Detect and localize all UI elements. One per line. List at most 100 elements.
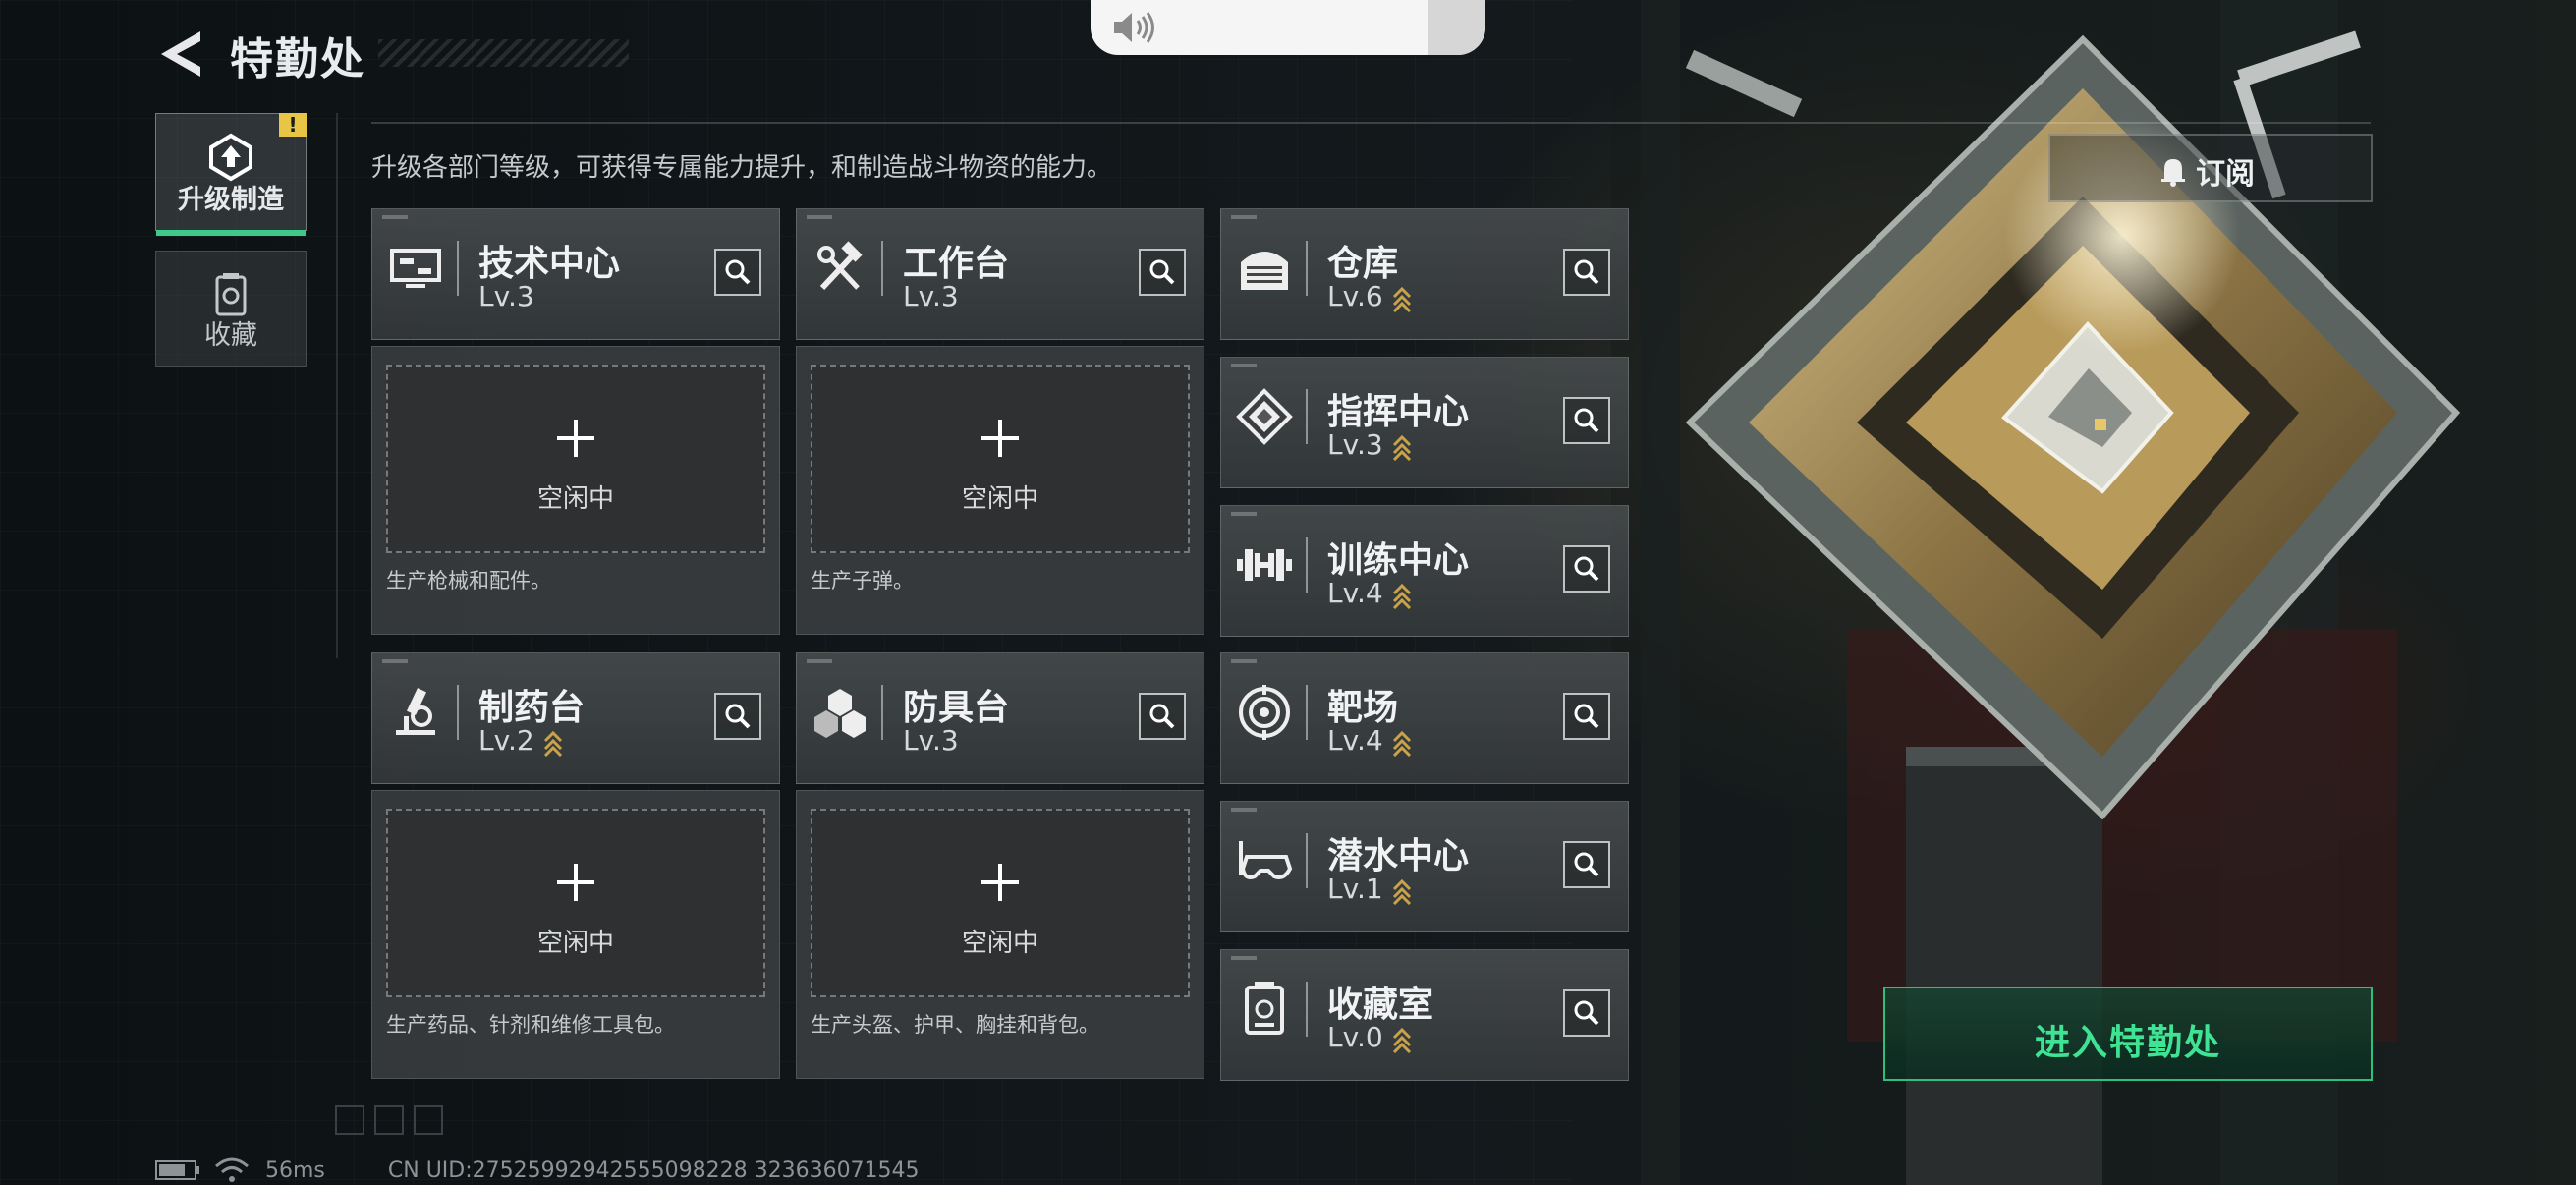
magnifier-icon bbox=[1574, 852, 1599, 877]
collection-icon bbox=[1245, 982, 1284, 1035]
enter-special-ops-button[interactable]: 进入特勤处 bbox=[1883, 987, 2373, 1081]
chip-icon bbox=[1236, 388, 1293, 445]
card-level: Lv.2 bbox=[478, 724, 564, 757]
page-subtitle: 升级各部门等级，可获得专属能力提升，和制造战斗物资的能力。 bbox=[371, 153, 1113, 183]
card-level: Lv.3 bbox=[1327, 428, 1413, 461]
card-command-center[interactable]: 指挥中心 Lv.3 bbox=[1220, 357, 1629, 488]
card-tag bbox=[1231, 956, 1257, 960]
card-tag bbox=[1231, 512, 1257, 516]
user-uid: CN UID:27525992942555098228 323636071545 bbox=[387, 1157, 920, 1183]
card-level: Lv.3 bbox=[903, 724, 959, 757]
card-armor-bench[interactable]: 防具台 Lv.3 bbox=[796, 652, 1204, 784]
card-tech-center[interactable]: 技术中心 Lv.3 bbox=[371, 208, 780, 340]
title-decoration bbox=[378, 39, 629, 67]
upgrade-chevron-icon bbox=[1392, 434, 1411, 461]
card-tag bbox=[1231, 364, 1257, 367]
production-slot[interactable]: 空闲中 bbox=[811, 365, 1190, 553]
card-name: 制药台 bbox=[478, 688, 586, 728]
production-slot[interactable]: 空闲中 bbox=[811, 809, 1190, 997]
card-name: 防具台 bbox=[903, 688, 1010, 728]
card-training-center[interactable]: 训练中心 Lv.4 bbox=[1220, 505, 1629, 637]
magnifier-icon bbox=[1574, 408, 1599, 433]
page-title: 特勤处 bbox=[230, 34, 365, 85]
volume-indicator[interactable] bbox=[1091, 0, 1485, 55]
card-name: 仓库 bbox=[1327, 244, 1399, 284]
level-text: Lv.0 bbox=[1327, 1021, 1383, 1053]
card-collection-room[interactable]: 收藏室 Lv.0 bbox=[1220, 949, 1629, 1081]
header-divider bbox=[371, 122, 2371, 124]
level-text: Lv.3 bbox=[1327, 428, 1383, 461]
card-workbench[interactable]: 工作台 Lv.3 bbox=[796, 208, 1204, 340]
card-tag bbox=[807, 659, 832, 663]
card-level: Lv.3 bbox=[478, 280, 534, 312]
warehouse-icon bbox=[1241, 252, 1288, 290]
search-button[interactable] bbox=[1139, 693, 1186, 740]
card-name: 训练中心 bbox=[1327, 540, 1470, 581]
production-description: 生产头盔、护甲、胸挂和背包。 bbox=[811, 1013, 1099, 1037]
search-button[interactable] bbox=[1563, 841, 1610, 888]
tab-collection[interactable]: 收藏 bbox=[155, 251, 307, 367]
subscribe-button[interactable]: 订阅 bbox=[2048, 134, 2373, 202]
card-separator bbox=[1306, 241, 1308, 296]
subscribe-label: 订阅 bbox=[2196, 157, 2255, 192]
tech-monitor-icon bbox=[390, 249, 441, 288]
dumbbell-icon bbox=[1237, 549, 1292, 581]
level-text: Lv.6 bbox=[1327, 280, 1383, 312]
tab-upgrade-production[interactable]: 升级制造 ! bbox=[155, 113, 307, 236]
card-separator bbox=[881, 241, 883, 296]
search-button[interactable] bbox=[1563, 989, 1610, 1037]
card-name: 工作台 bbox=[903, 244, 1010, 284]
card-level: Lv.1 bbox=[1327, 873, 1413, 905]
search-button[interactable] bbox=[714, 249, 761, 296]
card-separator bbox=[1306, 982, 1308, 1037]
plus-icon bbox=[557, 864, 594, 901]
card-pharmacy[interactable]: 制药台 Lv.2 bbox=[371, 652, 780, 784]
card-name: 靶场 bbox=[1327, 688, 1399, 728]
magnifier-icon bbox=[1574, 556, 1599, 582]
back-arrow-icon[interactable] bbox=[157, 28, 206, 81]
card-diving-center[interactable]: 潜水中心 Lv.1 bbox=[1220, 801, 1629, 932]
production-description: 生产药品、针剂和维修工具包。 bbox=[386, 1013, 675, 1037]
search-button[interactable] bbox=[1563, 397, 1610, 444]
card-separator bbox=[1306, 537, 1308, 592]
speaker-icon bbox=[1114, 12, 1154, 43]
production-slot[interactable]: 空闲中 bbox=[386, 365, 765, 553]
card-shooting-range[interactable]: 靶场 Lv.4 bbox=[1220, 652, 1629, 784]
card-level: Lv.4 bbox=[1327, 724, 1413, 757]
card-name: 技术中心 bbox=[478, 244, 621, 284]
upgrade-chevron-icon bbox=[1392, 878, 1411, 905]
card-name: 潜水中心 bbox=[1327, 836, 1470, 876]
search-button[interactable] bbox=[1563, 545, 1610, 592]
upgrade-cube-icon bbox=[209, 133, 252, 182]
level-text: Lv.4 bbox=[1327, 577, 1383, 609]
production-panel-pharmacy: 空闲中 生产药品、针剂和维修工具包。 bbox=[371, 790, 780, 1079]
card-separator bbox=[881, 685, 883, 740]
microscope-icon bbox=[396, 688, 435, 735]
upgrade-chevron-icon bbox=[1392, 286, 1411, 312]
card-level: Lv.4 bbox=[1327, 577, 1413, 609]
upgrade-chevron-icon bbox=[1392, 730, 1411, 757]
plus-icon bbox=[557, 420, 594, 457]
search-button[interactable] bbox=[1139, 249, 1186, 296]
card-tag bbox=[1231, 659, 1257, 663]
tab-label: 收藏 bbox=[204, 320, 257, 351]
wifi-icon bbox=[215, 1157, 249, 1182]
idle-status: 空闲中 bbox=[961, 929, 1038, 958]
card-tag bbox=[382, 659, 408, 663]
card-level: Lv.6 bbox=[1327, 280, 1413, 312]
magnifier-icon bbox=[1574, 259, 1599, 285]
hammer-wrench-icon bbox=[817, 241, 863, 291]
card-separator bbox=[1306, 833, 1308, 888]
armor-blocks-icon bbox=[814, 689, 866, 738]
search-button[interactable] bbox=[1563, 693, 1610, 740]
magnifier-icon bbox=[725, 259, 751, 285]
level-text: Lv.3 bbox=[903, 724, 959, 757]
production-slot[interactable]: 空闲中 bbox=[386, 809, 765, 997]
card-name: 指挥中心 bbox=[1327, 392, 1470, 432]
search-button[interactable] bbox=[714, 693, 761, 740]
search-button[interactable] bbox=[1563, 249, 1610, 296]
card-warehouse[interactable]: 仓库 Lv.6 bbox=[1220, 208, 1629, 340]
upgrade-chevron-icon bbox=[543, 730, 562, 757]
production-panel-armor: 空闲中 生产头盔、护甲、胸挂和背包。 bbox=[796, 790, 1204, 1079]
card-separator bbox=[1306, 389, 1308, 444]
